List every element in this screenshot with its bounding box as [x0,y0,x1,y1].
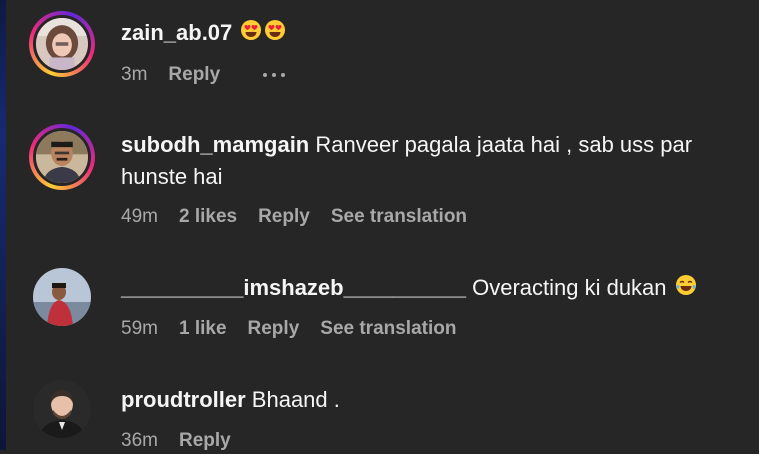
reply-button[interactable]: Reply [179,430,231,452]
comment-username[interactable]: __________imshazeb__________ [121,275,466,300]
reply-button[interactable]: Reply [168,64,220,86]
heart-eyes-emoji [240,18,262,50]
see-translation-button[interactable]: See translation [320,318,456,340]
comment-text: Overacting ki dukan [472,275,667,300]
avatar-image [36,131,88,183]
avatar[interactable] [29,376,95,442]
avatar[interactable] [29,124,95,190]
comment-username[interactable]: proudtroller [121,387,246,412]
comment-time: 3m [121,64,148,85]
comment-time: 36m [121,430,158,451]
avatar-image [33,380,91,438]
comment-username[interactable]: zain_ab.07 [121,20,232,45]
comment-time: 59m [121,318,158,339]
likes-count[interactable]: 2 likes [179,206,237,228]
avatar[interactable] [29,264,95,330]
comments-list: zain_ab.07 3m Reply subodh_mamgain Ranve… [0,0,759,451]
see-translation-button[interactable]: See translation [331,206,467,228]
comment-time: 49m [121,206,158,227]
tears-of-joy-emoji [675,273,697,305]
avatar[interactable] [29,11,95,77]
comment-username[interactable]: subodh_mamgain [121,132,309,157]
avatar-image [36,18,88,70]
reply-button[interactable]: Reply [248,318,300,340]
likes-count[interactable]: 1 like [179,318,227,340]
heart-eyes-emoji [264,18,286,50]
comment-meta: 59m 1 like Reply See translation [121,316,477,342]
comment-meta: 36m Reply [121,428,252,454]
more-options-icon[interactable] [263,70,286,80]
comment-meta: 3m Reply [121,62,286,88]
avatar-image [33,268,91,326]
reply-button[interactable]: Reply [258,206,310,228]
comment-meta: 49m 2 likes Reply See translation [121,204,488,230]
comment-text: Bhaand . [251,387,340,412]
